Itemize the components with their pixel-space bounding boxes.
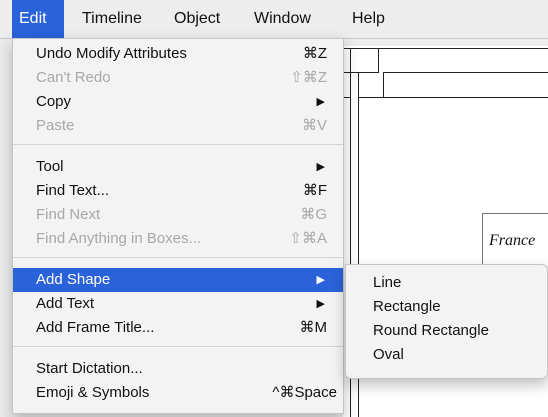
menubar-window[interactable]: Window [254,0,311,38]
menu-separator [13,257,343,258]
menu-bar: Edit Timeline Object Window Help [0,0,548,39]
menu-item-label: Find Next [36,206,101,223]
menu-item-emoji-symbols[interactable]: Emoji & Symbols ^⌘Space [13,381,343,405]
shortcut-label: ⇧⌘A [289,230,327,247]
menu-item-start-dictation[interactable]: Start Dictation... [13,357,343,381]
menu-item-label: Copy [36,93,72,110]
submenu-item-label: Oval [373,346,404,363]
frame-line [343,48,548,49]
shortcut-label: ⇧⌘Z [290,69,327,86]
menu-item-redo[interactable]: Can't Redo ⇧⌘Z [13,66,343,90]
submenu-arrow-icon: ▶ [316,161,325,173]
menu-item-label: Add Frame Title... [36,319,155,336]
menubar-edit-label: Edit [19,10,47,27]
text-box-text: France [489,232,536,249]
menu-item-copy[interactable]: Copy ▶ [13,90,343,114]
menu-item-find-anything[interactable]: Find Anything in Boxes... ⇧⌘A [13,227,343,251]
submenu-item-label: Rectangle [373,298,441,315]
menu-item-find-text[interactable]: Find Text... ⌘F [13,179,343,203]
submenu-arrow-icon: ▶ [316,274,325,286]
menubar-object[interactable]: Object [174,0,220,38]
menu-item-label: Start Dictation... [36,360,143,377]
menu-item-label: Can't Redo [36,69,111,86]
menu-item-add-text[interactable]: Add Text ▶ [13,292,343,316]
shortcut-label: ⌘F [302,182,327,199]
menu-item-add-shape[interactable]: Add Shape ▶ [13,268,343,292]
frame-line [358,97,548,98]
menu-item-label: Paste [36,117,75,134]
menu-item-add-frame-title[interactable]: Add Frame Title... ⌘M [13,316,343,340]
submenu-arrow-icon: ▶ [316,298,325,310]
submenu-item-round-rectangle[interactable]: Round Rectangle [346,319,546,343]
menubar-edit[interactable]: Edit [12,0,64,38]
frame-line [383,72,548,73]
menu-item-find-next[interactable]: Find Next ⌘G [13,203,343,227]
submenu-arrow-icon: ▶ [316,96,325,108]
frame-line [383,72,384,98]
menu-item-label: Undo Modify Attributes [36,45,187,62]
menu-item-undo[interactable]: Undo Modify Attributes ⌘Z [13,42,343,66]
submenu-item-label: Line [373,274,402,291]
menubar-help[interactable]: Help [352,0,385,38]
submenu-item-label: Round Rectangle [373,322,489,339]
menu-item-label: Tool [36,158,64,175]
add-shape-submenu: Line Rectangle Round Rectangle Oval [345,264,548,379]
menu-item-label: Find Anything in Boxes... [36,230,202,247]
edit-menu: Undo Modify Attributes ⌘Z Can't Redo ⇧⌘Z… [12,38,344,414]
frame-line [343,72,378,73]
menu-item-label: Add Text [36,295,95,312]
menu-item-tool[interactable]: Tool ▶ [13,155,343,179]
menu-separator [13,144,343,145]
menu-item-paste[interactable]: Paste ⌘V [13,114,343,138]
shortcut-label: ⌘V [301,117,327,134]
shortcut-label: ⌘M [299,319,328,336]
menu-item-label: Add Shape [36,271,111,288]
menu-item-label: Emoji & Symbols [36,384,150,401]
shortcut-label: ⌘G [300,206,327,223]
submenu-item-rectangle[interactable]: Rectangle [346,295,546,319]
shortcut-label: ⌘Z [302,45,327,62]
frame-line [378,48,379,73]
menu-item-label: Find Text... [36,182,110,199]
menubar-timeline[interactable]: Timeline [82,0,142,38]
submenu-item-line[interactable]: Line [346,271,546,295]
submenu-item-oval[interactable]: Oval [346,343,546,367]
menu-separator [13,346,343,347]
shortcut-label: ^⌘Space [272,384,337,401]
